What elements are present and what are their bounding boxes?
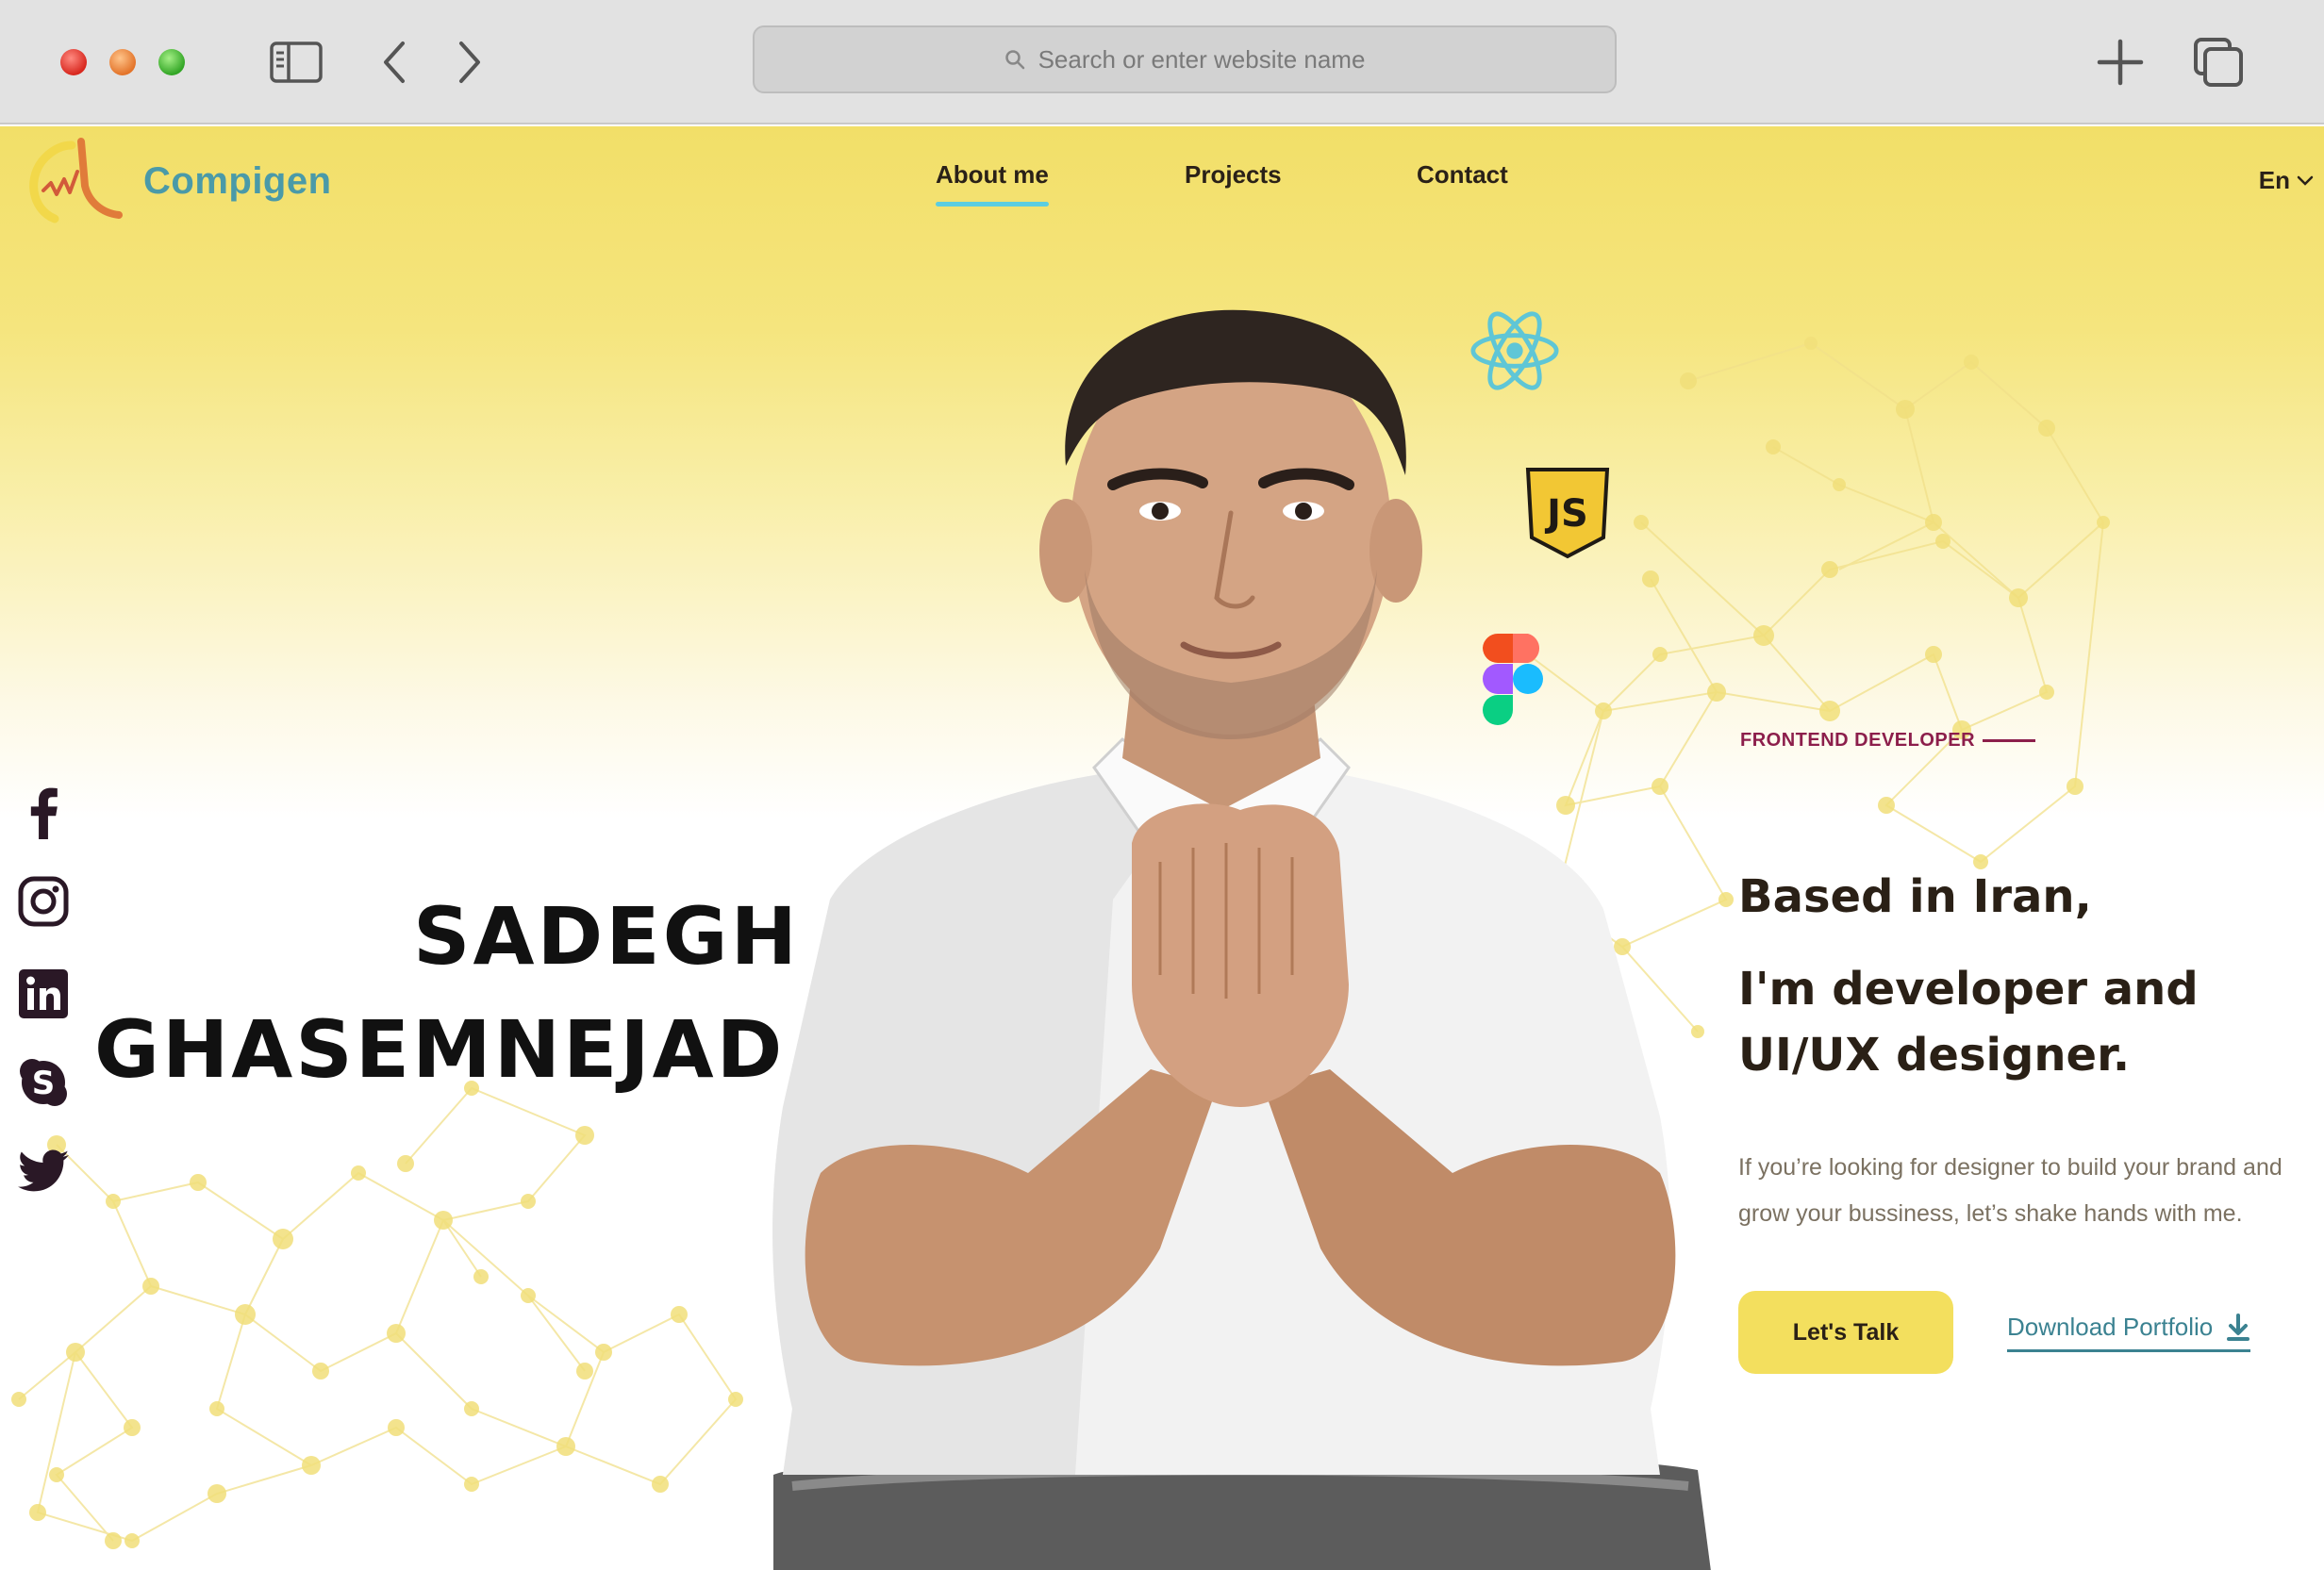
- hero-description: If you’re looking for designer to build …: [1738, 1154, 2282, 1227]
- role-divider: [1983, 739, 2036, 742]
- brand-name: Compigen: [143, 159, 332, 202]
- nav-projects-label: Projects: [1185, 160, 1282, 189]
- download-icon: [2227, 1313, 2250, 1341]
- brand-logo-link[interactable]: Compigen: [26, 134, 332, 228]
- language-label: En: [2258, 166, 2290, 194]
- instagram-icon[interactable]: [15, 873, 72, 930]
- hero-last-name: GHASEMNEJAD: [94, 1003, 786, 1096]
- maximize-window-button[interactable]: [158, 49, 185, 75]
- svg-text:S: S: [32, 1065, 56, 1102]
- lets-talk-label: Let's Talk: [1792, 1318, 1900, 1346]
- linkedin-icon[interactable]: [15, 966, 72, 1022]
- search-icon: [1004, 50, 1024, 70]
- skype-icon[interactable]: S: [15, 1054, 72, 1111]
- forward-icon[interactable]: [441, 36, 498, 89]
- tabs-overview-icon[interactable]: [2190, 36, 2247, 89]
- address-bar-placeholder: Search or enter website name: [1038, 44, 1366, 74]
- figma-icon: [1483, 633, 1543, 725]
- svg-text:JS: JS: [1544, 492, 1588, 536]
- language-selector[interactable]: En: [2259, 166, 2315, 195]
- javascript-icon: JS: [1525, 468, 1610, 559]
- role-label: FRONTEND DEVELOPER: [1740, 730, 2036, 752]
- address-bar[interactable]: Search or enter website name: [753, 25, 1617, 93]
- facebook-icon[interactable]: [15, 785, 72, 841]
- nav-contact[interactable]: Contact: [1417, 160, 1508, 190]
- new-tab-icon[interactable]: [2092, 36, 2149, 89]
- close-window-button[interactable]: [60, 49, 87, 75]
- headline-role-line-2: UI/UX designer.: [1738, 1029, 2131, 1082]
- headline-location: Based in Iran,: [1738, 870, 2092, 923]
- webpage: Compigen About me Projects Contact En S …: [0, 126, 2324, 1570]
- headline-role-line-1: I'm developer and: [1738, 963, 2199, 1016]
- react-icon: [1470, 311, 1559, 390]
- download-portfolio-link[interactable]: Download Portfolio: [2007, 1313, 2251, 1352]
- browser-toolbar: Search or enter website name: [0, 0, 2324, 124]
- nav-about-me[interactable]: About me: [936, 160, 1049, 207]
- nav-projects[interactable]: Projects: [1185, 160, 1282, 190]
- twitter-icon[interactable]: [15, 1143, 72, 1199]
- minimize-window-button[interactable]: [109, 49, 136, 75]
- nav-about-me-label: About me: [936, 160, 1049, 189]
- download-portfolio-label: Download Portfolio: [2007, 1313, 2214, 1341]
- sidebar-icon[interactable]: [268, 36, 324, 89]
- nav-contact-label: Contact: [1417, 160, 1508, 189]
- compigen-logo-icon: [29, 138, 123, 223]
- role-text: FRONTEND DEVELOPER: [1740, 730, 1976, 751]
- lets-talk-button[interactable]: Let's Talk: [1738, 1291, 1953, 1374]
- chevron-down-icon: [2297, 175, 2314, 186]
- back-icon[interactable]: [366, 36, 423, 89]
